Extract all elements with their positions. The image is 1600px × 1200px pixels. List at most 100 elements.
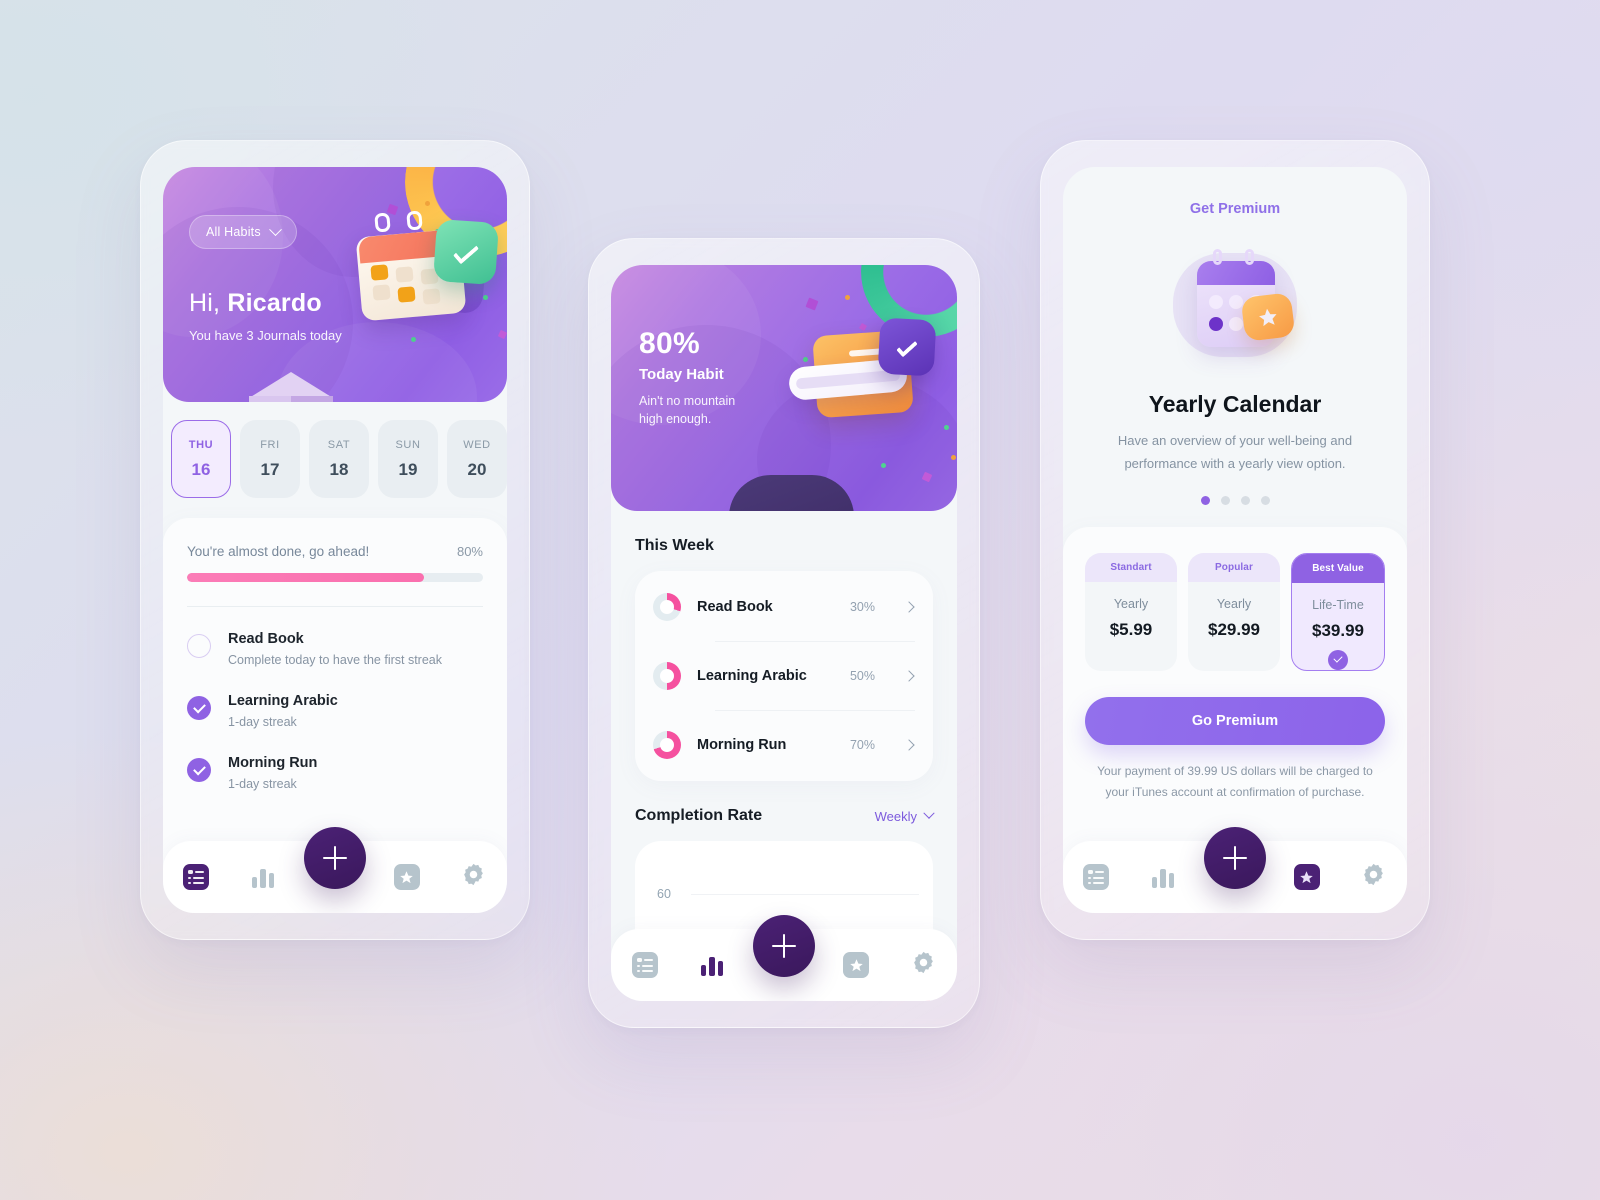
get-premium-eyebrow: Get Premium bbox=[1189, 201, 1281, 217]
day-selector[interactable]: THU 16 FRI 17 SAT 18 SUN 19 WED 20 bbox=[163, 420, 507, 498]
plan-price: $5.99 bbox=[1109, 619, 1153, 639]
all-habits-filter-button[interactable]: All Habits bbox=[189, 215, 297, 249]
phone-frame-home: All Habits Hi, Ricardo You have 3 Journa… bbox=[140, 140, 530, 940]
progress-ring-icon bbox=[653, 731, 681, 759]
plan-price: $29.99 bbox=[1208, 619, 1260, 639]
day-dow: FRI bbox=[260, 438, 280, 451]
yearly-calendar-illustration bbox=[1171, 245, 1299, 363]
plan-list: Standart Yearly $5.99 Popular Yearly $29… bbox=[1085, 552, 1385, 671]
bar-chart-icon bbox=[251, 866, 275, 888]
nav-item-journal[interactable] bbox=[611, 952, 678, 978]
add-habit-fab[interactable] bbox=[753, 915, 815, 977]
plan-tag: Best Value bbox=[1292, 553, 1384, 583]
week-habit-percent: 50% bbox=[849, 669, 875, 683]
pager-dot-4[interactable] bbox=[1260, 495, 1270, 505]
habit-checkbox[interactable] bbox=[187, 696, 211, 720]
plan-tag: Popular bbox=[1188, 552, 1280, 582]
nav-item-stats[interactable] bbox=[230, 866, 297, 888]
progress-row: You're almost done, go ahead! 80% bbox=[187, 544, 483, 559]
divider bbox=[187, 606, 483, 607]
home-hero: All Habits Hi, Ricardo You have 3 Journa… bbox=[163, 167, 507, 402]
star-icon bbox=[1293, 864, 1320, 890]
habit-checkbox[interactable] bbox=[187, 758, 211, 782]
chevron-down-icon bbox=[923, 807, 935, 819]
all-habits-label: All Habits bbox=[206, 225, 261, 239]
day-pill-wed[interactable]: WED 20 bbox=[447, 420, 507, 498]
week-row[interactable]: Morning Run 70% bbox=[653, 731, 915, 759]
add-habit-fab[interactable] bbox=[1204, 827, 1266, 889]
week-row[interactable]: Learning Arabic 50% bbox=[653, 662, 915, 690]
go-premium-button[interactable]: Go Premium bbox=[1085, 696, 1385, 745]
day-pill-sat[interactable]: SAT 18 bbox=[309, 420, 369, 498]
plan-tag: Standart bbox=[1085, 552, 1177, 582]
day-number: 18 bbox=[329, 459, 349, 479]
divider bbox=[715, 710, 915, 711]
day-dow: WED bbox=[463, 438, 491, 451]
nav-item-premium[interactable] bbox=[823, 952, 890, 978]
chart-y-tick-label: 60 bbox=[657, 886, 671, 901]
nav-item-journal[interactable] bbox=[163, 864, 230, 890]
nav-item-stats[interactable] bbox=[678, 954, 745, 976]
chevron-right-icon[interactable] bbox=[903, 670, 915, 682]
nav-item-premium[interactable] bbox=[373, 864, 440, 890]
habit-row[interactable]: Morning Run 1-day streak bbox=[187, 755, 483, 791]
plus-icon bbox=[1223, 846, 1247, 870]
day-number: 16 bbox=[191, 459, 211, 479]
star-badge-icon bbox=[1240, 292, 1296, 342]
nav-item-settings[interactable] bbox=[890, 950, 957, 980]
completion-rate-heading: Completion Rate bbox=[635, 807, 763, 824]
habit-checkbox[interactable] bbox=[187, 634, 211, 658]
star-icon bbox=[843, 952, 870, 978]
nav-item-premium[interactable] bbox=[1273, 864, 1340, 890]
plan-standart[interactable]: Standart Yearly $5.99 bbox=[1085, 552, 1177, 671]
day-pill-thu[interactable]: THU 16 bbox=[171, 420, 231, 498]
week-habit-name: Learning Arabic bbox=[697, 668, 807, 684]
phone-frame-premium: Get Premium Yearly Calendar Have an over… bbox=[1040, 140, 1430, 940]
plan-term: Yearly bbox=[1216, 596, 1252, 611]
progress-ring-icon bbox=[653, 662, 681, 690]
weekly-range-dropdown[interactable]: Weekly bbox=[875, 807, 935, 824]
stats-hero: 80% Today Habit Ain't no mountain high e… bbox=[611, 265, 957, 511]
plan-popular[interactable]: Popular Yearly $29.99 bbox=[1188, 552, 1280, 671]
chevron-right-icon[interactable] bbox=[903, 739, 915, 751]
habit-row[interactable]: Read Book Complete today to have the fir… bbox=[187, 631, 483, 667]
completion-header: Completion Rate Weekly bbox=[635, 807, 935, 825]
this-week-card: Read Book 30% Learning Arabic 50% Mornin… bbox=[635, 571, 933, 781]
day-pill-sun[interactable]: SUN 19 bbox=[378, 420, 438, 498]
pager-dot-1[interactable] bbox=[1200, 495, 1210, 505]
journals-today-text: You have 3 Journals today bbox=[189, 328, 342, 343]
bottom-nav-area bbox=[611, 915, 957, 1001]
progress-ring-icon bbox=[653, 593, 681, 621]
progress-percent: 80% bbox=[456, 544, 483, 559]
chevron-right-icon[interactable] bbox=[903, 601, 915, 613]
note-line-1: Ain't no mountain bbox=[639, 394, 736, 408]
plan-selected-check-icon bbox=[1328, 649, 1348, 670]
plan-best-value[interactable]: Best Value Life-Time $39.99 bbox=[1291, 552, 1385, 671]
habit-row[interactable]: Learning Arabic 1-day streak bbox=[187, 693, 483, 729]
day-number: 19 bbox=[398, 459, 418, 479]
nav-item-settings[interactable] bbox=[440, 862, 507, 892]
note-line-2: high enough. bbox=[639, 412, 712, 427]
pager-dot-2[interactable] bbox=[1220, 495, 1230, 505]
nav-item-journal[interactable] bbox=[1063, 864, 1130, 890]
week-habit-percent: 30% bbox=[849, 600, 875, 614]
chevron-down-icon bbox=[268, 222, 282, 236]
week-row[interactable]: Read Book 30% bbox=[653, 593, 915, 621]
day-dow: SUN bbox=[395, 438, 421, 451]
week-habit-percent: 70% bbox=[849, 738, 875, 752]
plus-icon bbox=[323, 846, 347, 870]
plan-term: Yearly bbox=[1113, 596, 1149, 611]
pager-dot-3[interactable] bbox=[1240, 495, 1250, 505]
nav-item-stats[interactable] bbox=[1130, 866, 1197, 888]
pager-dots[interactable] bbox=[1089, 495, 1381, 505]
day-pill-fri[interactable]: FRI 17 bbox=[240, 420, 300, 498]
progress-label: You're almost done, go ahead! bbox=[187, 544, 370, 559]
progress-bar-fill bbox=[187, 573, 424, 582]
screen-stats: 80% Today Habit Ain't no mountain high e… bbox=[611, 265, 957, 1001]
cube-decoration bbox=[249, 358, 333, 402]
add-habit-fab[interactable] bbox=[304, 827, 366, 889]
phone-frame-stats: 80% Today Habit Ain't no mountain high e… bbox=[588, 238, 980, 1028]
habit-title: Read Book bbox=[228, 631, 304, 647]
nav-item-settings[interactable] bbox=[1340, 862, 1407, 892]
plan-term: Life-Time bbox=[1312, 597, 1364, 612]
